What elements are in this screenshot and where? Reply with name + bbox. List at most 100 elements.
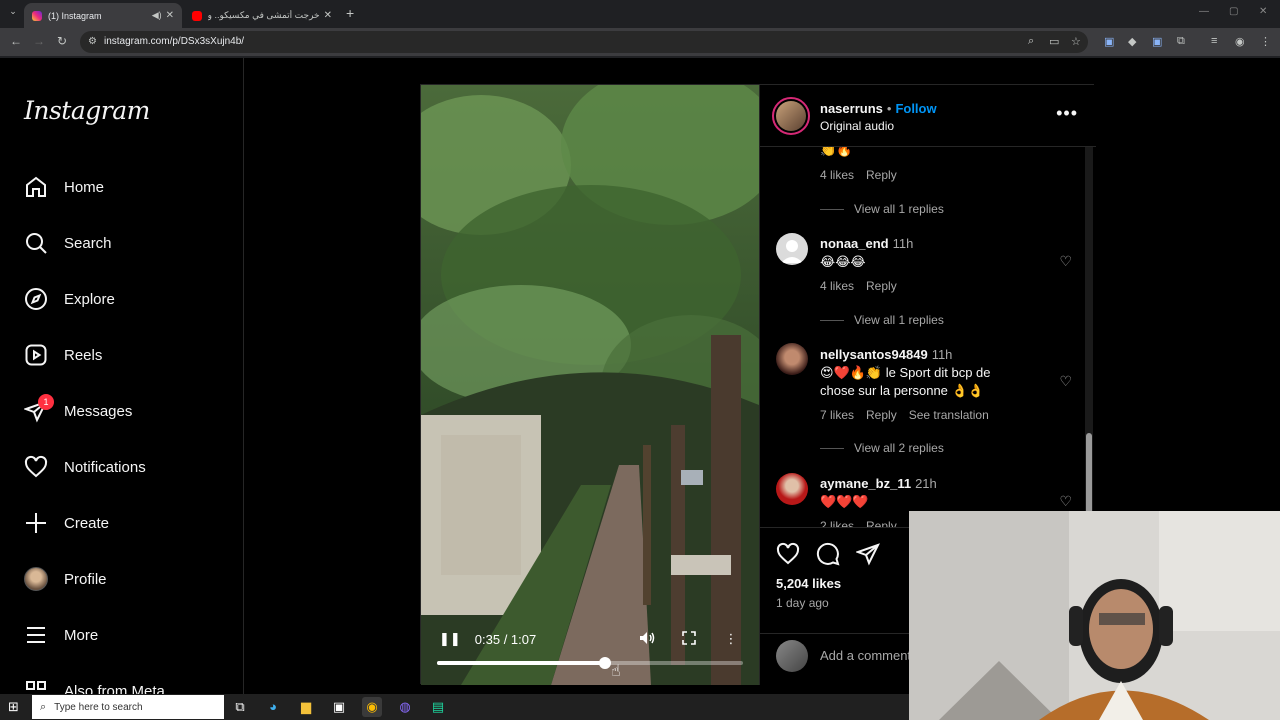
windows-start-icon[interactable]: ⊞ [8, 699, 19, 715]
comment-likes[interactable]: 2 likes [820, 519, 854, 527]
fullscreen-icon[interactable] [679, 630, 699, 648]
reply-button[interactable]: Reply [866, 519, 897, 527]
address-bar[interactable]: ⚙ instagram.com/p/DSx3sXujn4b/ [80, 31, 1088, 53]
screenshot-extension-icon[interactable]: ▣ [1152, 35, 1162, 48]
post-date: 1 day ago [776, 596, 829, 610]
share-icon[interactable] [855, 542, 880, 572]
like-comment-icon[interactable]: ♡ [1059, 373, 1072, 390]
mouse-cursor-icon: ☝ [611, 663, 621, 680]
follow-button[interactable]: Follow [895, 101, 936, 116]
avatar[interactable] [776, 473, 808, 505]
view-replies-button[interactable]: View all 1 replies [820, 313, 944, 327]
search-icon [24, 231, 48, 255]
like-comment-icon[interactable]: ♡ [1059, 493, 1072, 510]
reply-button[interactable]: Reply [866, 168, 897, 182]
tab-search-icon[interactable]: ⌄ [6, 6, 20, 20]
bookmark-star-icon[interactable]: ☆ [1071, 35, 1081, 48]
sidebar-item-search[interactable]: Search [24, 229, 112, 257]
post-author[interactable]: naserruns [820, 101, 883, 116]
post-author-line: naserruns • Follow [820, 101, 937, 116]
see-translation-button[interactable]: See translation [909, 408, 989, 422]
comment-likes[interactable]: 7 likes [820, 408, 854, 422]
reload-icon[interactable]: ↻ [57, 34, 67, 48]
comment-meta: 4 likes Reply [820, 168, 909, 182]
taskbar-search-box[interactable]: ⌕ Type here to search [32, 695, 224, 719]
volume-icon[interactable] [637, 631, 657, 648]
tab-title: (1) Instagram [48, 10, 102, 21]
avatar[interactable] [776, 233, 808, 265]
store-icon[interactable]: ▣ [329, 697, 349, 717]
sidebar-item-messages[interactable]: 1 Messages [24, 394, 132, 425]
comment-author[interactable]: aymane_bz_11 [820, 476, 911, 491]
original-audio-link[interactable]: Original audio [820, 119, 894, 133]
avatar[interactable] [772, 97, 810, 135]
sidebar-item-label: Notifications [64, 458, 146, 476]
zoom-icon[interactable]: ⌕ [1028, 35, 1034, 48]
tab-youtube[interactable]: خرجت أتمشى في مكسيكو.. ولعر ✕ [184, 3, 340, 28]
edge-icon[interactable]: ◕ [263, 697, 283, 717]
extensions-puzzle-icon[interactable]: ⧉ [1177, 35, 1185, 48]
site-info-icon[interactable]: ⚙ [88, 36, 97, 47]
comment-author[interactable]: nonaa_end [820, 236, 889, 251]
sidebar-item-label: Reels [64, 346, 103, 364]
search-icon: ⌕ [40, 700, 47, 713]
back-icon[interactable]: ← [10, 34, 22, 48]
cast-icon[interactable]: ▭ [1049, 35, 1059, 48]
extension-icon[interactable]: ◆ [1128, 35, 1136, 48]
chrome-icon[interactable]: ◉ [362, 697, 382, 717]
comment-time: 11h [931, 347, 953, 362]
comment-likes[interactable]: 4 likes [820, 279, 854, 293]
sidebar-item-create[interactable]: Create [24, 509, 109, 537]
reel-video[interactable]: ❚❚ 0:35 / 1:07 ⋮ ☝ [421, 85, 759, 685]
reels-icon [24, 343, 48, 367]
profile-icon[interactable]: ◉ [1235, 35, 1245, 48]
likes-count[interactable]: 5,204 likes [776, 576, 841, 591]
file-explorer-icon[interactable]: ▆ [296, 697, 316, 717]
new-tab-button[interactable]: + [346, 5, 354, 21]
minimize-button[interactable]: — [1199, 6, 1209, 17]
comments-scrollbar[interactable] [1085, 147, 1093, 527]
video-progress-bar[interactable] [437, 657, 743, 669]
forward-icon[interactable]: → [33, 34, 45, 48]
task-view-icon[interactable]: ⧉ [230, 697, 250, 717]
sidebar-item-explore[interactable]: Explore [24, 285, 115, 313]
browser-menu-icon[interactable]: ⋮ [1260, 35, 1271, 48]
sidebar-item-more[interactable]: More [24, 621, 98, 649]
like-comment-icon[interactable]: ♡ [1059, 253, 1072, 270]
close-tab-icon[interactable]: ✕ [324, 10, 332, 21]
comment-author[interactable]: nellysantos94849 [820, 347, 928, 362]
app-icon-2[interactable]: ▤ [428, 697, 448, 717]
avatar[interactable] [776, 343, 808, 375]
sidebar-item-profile[interactable]: Profile [24, 565, 107, 593]
translate-extension-icon[interactable]: ▣ [1104, 35, 1114, 48]
reply-button[interactable]: Reply [866, 279, 897, 293]
video-timestamp: 0:35 / 1:07 [474, 631, 537, 647]
speaker-icon[interactable]: ◀) [152, 10, 162, 21]
comment-icon[interactable] [816, 542, 840, 572]
sidebar-item-reels[interactable]: Reels [24, 341, 102, 369]
url-text[interactable]: instagram.com/p/DSx3sXujn4b/ [104, 36, 244, 47]
close-window-button[interactable]: ✕ [1259, 6, 1267, 17]
reading-list-icon[interactable]: ≡ [1211, 35, 1217, 47]
sidebar-item-notifications[interactable]: Notifications [24, 453, 146, 481]
close-tab-icon[interactable]: ✕ [166, 10, 174, 21]
comment-likes[interactable]: 4 likes [820, 168, 854, 182]
instagram-logo[interactable]: Instagram [24, 96, 150, 125]
messages-badge: 1 [38, 394, 54, 410]
comment-time: 21h [915, 476, 937, 491]
view-replies-button[interactable]: View all 1 replies [820, 202, 944, 216]
compass-icon [24, 287, 48, 311]
app-icon[interactable]: ◍ [395, 697, 415, 717]
like-icon[interactable] [776, 542, 800, 572]
video-options-icon[interactable]: ⋮ [721, 631, 741, 647]
sidebar-item-home[interactable]: Home [24, 173, 104, 201]
tab-instagram[interactable]: (1) Instagram ◀) ✕ [24, 3, 182, 28]
pause-icon[interactable]: ❚❚ [439, 631, 461, 647]
maximize-button[interactable]: ▢ [1229, 6, 1238, 17]
view-replies-button[interactable]: View all 2 replies [820, 441, 944, 455]
messenger-icon: 1 [24, 394, 54, 423]
scrollbar-thumb[interactable] [1086, 433, 1092, 523]
comment-text-line2: chose sur la personne 👌👌 [820, 383, 984, 398]
more-options-icon[interactable]: ••• [1056, 103, 1078, 124]
reply-button[interactable]: Reply [866, 408, 897, 422]
